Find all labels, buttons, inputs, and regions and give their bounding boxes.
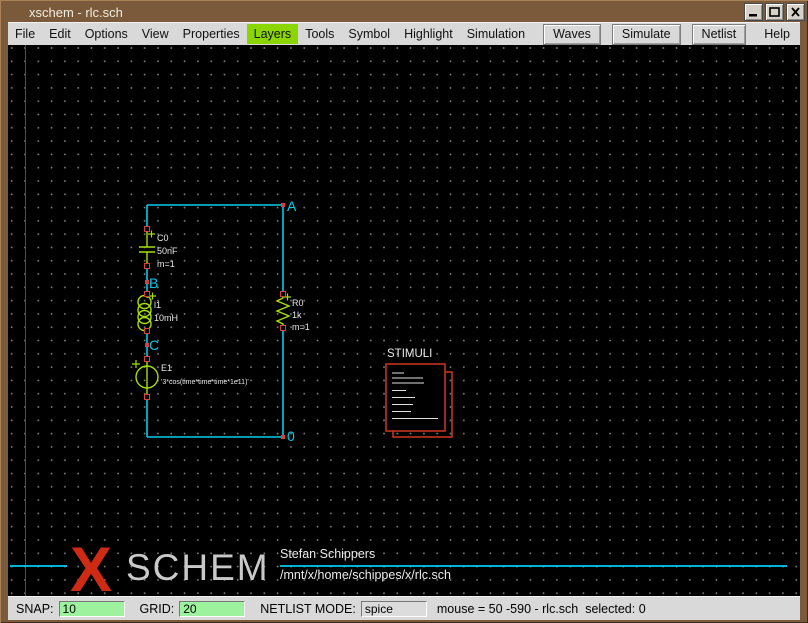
minimize-button[interactable] bbox=[744, 3, 763, 21]
net-label-0[interactable]: 0 bbox=[287, 428, 295, 444]
window-title: xschem - rlc.sch bbox=[29, 5, 123, 20]
inductor-symbol[interactable]: l1 10mH bbox=[138, 293, 178, 332]
stimuli-block[interactable]: STIMULI bbox=[386, 348, 452, 437]
netlist-mode-input[interactable] bbox=[361, 601, 427, 617]
menubar: File Edit Options View Properties Layers… bbox=[8, 22, 800, 45]
schematic-canvas[interactable]: C0 50nF m=1 l1 10mH E1 '3*c bbox=[8, 45, 800, 596]
resistor-mult: m=1 bbox=[292, 322, 310, 332]
menu-layers[interactable]: Layers bbox=[247, 24, 299, 44]
close-button[interactable] bbox=[786, 3, 805, 21]
resistor-value: 1k bbox=[292, 310, 302, 320]
capacitor-value: 50nF bbox=[157, 246, 178, 256]
titlebar[interactable]: xschem - rlc.sch bbox=[3, 2, 805, 22]
menu-view[interactable]: View bbox=[135, 24, 176, 44]
logo-text: SCHEM bbox=[126, 547, 270, 588]
menu-simulation[interactable]: Simulation bbox=[460, 24, 532, 44]
close-icon bbox=[789, 6, 802, 18]
inductor-value: 10mH bbox=[154, 313, 178, 323]
menu-options[interactable]: Options bbox=[78, 24, 135, 44]
schematic-drawing: C0 50nF m=1 l1 10mH E1 '3*c bbox=[8, 45, 800, 596]
title-block[interactable]: X SCHEM Stefan Schippers /mnt/x/home/sch… bbox=[10, 535, 787, 596]
minimize-icon bbox=[747, 6, 760, 18]
netlist-button[interactable]: Netlist bbox=[692, 24, 747, 45]
capacitor-mult: m=1 bbox=[157, 259, 175, 269]
voltage-source-symbol[interactable]: E1 '3*cos(time*time*time*1e11)' bbox=[132, 360, 249, 395]
maximize-icon bbox=[768, 6, 781, 18]
grid-input[interactable] bbox=[179, 601, 245, 617]
menu-help[interactable]: Help bbox=[757, 24, 797, 44]
net-label-b[interactable]: B bbox=[149, 275, 158, 291]
simulate-button[interactable]: Simulate bbox=[612, 24, 681, 45]
logo-x: X bbox=[70, 535, 112, 596]
grid-label: GRID: bbox=[140, 602, 175, 616]
title-block-author: Stefan Schippers bbox=[280, 547, 375, 561]
snap-input[interactable] bbox=[59, 601, 125, 617]
menu-symbol[interactable]: Symbol bbox=[341, 24, 397, 44]
title-block-path: /mnt/x/home/schippes/x/rlc.sch bbox=[280, 568, 451, 582]
maximize-button[interactable] bbox=[765, 3, 784, 21]
menu-properties[interactable]: Properties bbox=[176, 24, 247, 44]
source-name: E1 bbox=[161, 363, 172, 373]
menu-file[interactable]: File bbox=[8, 24, 42, 44]
inductor-name: l1 bbox=[154, 300, 161, 310]
resistor-name: R0 bbox=[292, 298, 304, 308]
waves-button[interactable]: Waves bbox=[543, 24, 601, 45]
stimuli-label: STIMULI bbox=[387, 348, 432, 360]
menu-highlight[interactable]: Highlight bbox=[397, 24, 460, 44]
xschem-window: xschem - rlc.sch File Edit Options View … bbox=[0, 0, 808, 623]
netlist-mode-label: NETLIST MODE: bbox=[260, 602, 356, 616]
capacitor-name: C0 bbox=[157, 233, 169, 243]
statusbar: SNAP: GRID: NETLIST MODE: mouse = 50 -59… bbox=[8, 596, 800, 620]
menu-edit[interactable]: Edit bbox=[42, 24, 78, 44]
mouse-coordinates-status: mouse = 50 -590 - rlc.sch selected: 0 bbox=[437, 602, 646, 616]
net-label-a[interactable]: A bbox=[287, 198, 297, 214]
source-value: '3*cos(time*time*time*1e11)' bbox=[161, 379, 249, 386]
snap-label: SNAP: bbox=[16, 602, 54, 616]
menu-tools[interactable]: Tools bbox=[298, 24, 341, 44]
net-label-c[interactable]: C bbox=[149, 337, 159, 353]
window-controls bbox=[744, 3, 805, 21]
